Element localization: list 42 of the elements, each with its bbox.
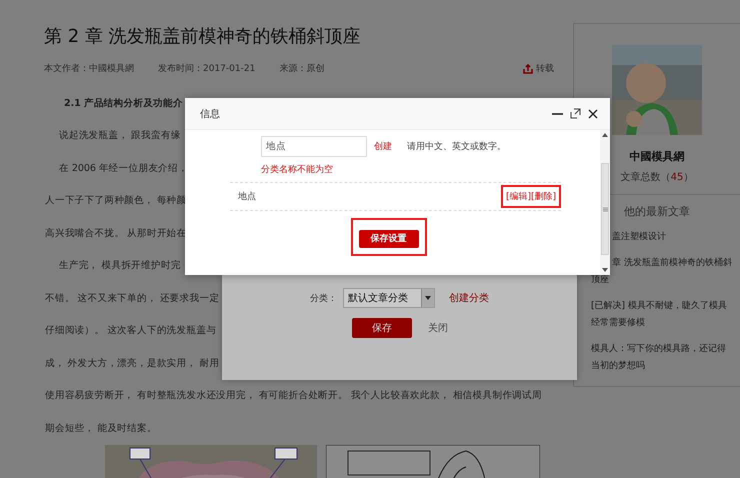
create-link[interactable]: 创建: [374, 140, 392, 153]
close-icon[interactable]: [588, 108, 598, 118]
paragraph-line: 仔细阅读）。 这次客人下的洗发瓶盖与: [44, 324, 216, 338]
paragraph-line: 人一下子下了两种颜色， 每种颜: [44, 194, 187, 208]
recent-article-link[interactable]: [已解决] 模具不耐键，睫久了模具经常需要修模: [591, 298, 732, 332]
recent-article-link[interactable]: 模具人：写下你的模具路，还记得当初的梦想吗: [591, 341, 732, 375]
article-meta: 本文作者：中國模具網: [44, 62, 134, 75]
category-label: 分类：: [310, 292, 337, 304]
dialog-title: 信息: [200, 108, 221, 120]
caret-icon: [425, 296, 431, 300]
article-count: 文章总数（45）: [620, 170, 694, 184]
paragraph-line: 期会短些， 能及时结案。: [44, 422, 157, 435]
close-link[interactable]: 关闭: [428, 321, 448, 335]
delete-link[interactable]: [删除]: [530, 190, 556, 203]
category-name: 地点: [238, 190, 257, 203]
paragraph-line: 使用容易疲劳断开， 有时整瓶洗发水还没用完， 有可能折合处断开。 我个人比较喜欢此款， 相信模具制作调试周: [44, 389, 542, 402]
save-button[interactable]: 保存: [352, 318, 412, 338]
paragraph-line: 成， 外发大方，漂亮，是款实用， 耐用: [44, 356, 220, 370]
article-meta: 发布时间：2017-01-21: [158, 62, 256, 75]
edit-link[interactable]: [编辑]: [506, 190, 531, 203]
error-message: 分类名称不能为空: [261, 164, 334, 176]
author-name: 中國模具網: [630, 149, 684, 164]
recent-articles-title: 他的最新文章: [624, 204, 690, 219]
paragraph-line: 不错。 这不又来下单的， 还要求我一定: [44, 292, 220, 305]
save-settings-button[interactable]: 保存设置: [358, 230, 418, 248]
category-select[interactable]: 默认文章分类: [343, 288, 435, 308]
scroll-up-icon[interactable]: [602, 133, 608, 137]
section-heading: 2.1 产品结构分析及功能介: [63, 96, 183, 110]
create-category-link[interactable]: 创建分类: [449, 291, 489, 305]
share-icon: [523, 64, 533, 74]
scrollbar-thumb[interactable]: [601, 163, 609, 255]
input-hint: 请用中文、英文或数字。: [407, 140, 506, 153]
paragraph-line: 说起洗发瓶盖， 跟我蛮有缘: [58, 129, 181, 142]
paragraph-line: 高兴我嘴合不拢。 从那时开始在: [44, 226, 187, 240]
scroll-down-icon[interactable]: [602, 268, 608, 272]
article-title: 第 2 章 洗发瓶盖前模神奇的铁桶斜顶座: [44, 25, 362, 48]
paragraph-line: 生产完， 模具拆开维护时完: [58, 259, 181, 272]
repost-link[interactable]: 转载: [523, 62, 554, 75]
article-meta: 来源：原创: [279, 62, 324, 75]
category-name-input[interactable]: 地点: [261, 136, 367, 157]
maximize-icon[interactable]: [570, 108, 581, 119]
paragraph-line: 在 2006 年经一位朋友介绍，: [58, 162, 188, 175]
